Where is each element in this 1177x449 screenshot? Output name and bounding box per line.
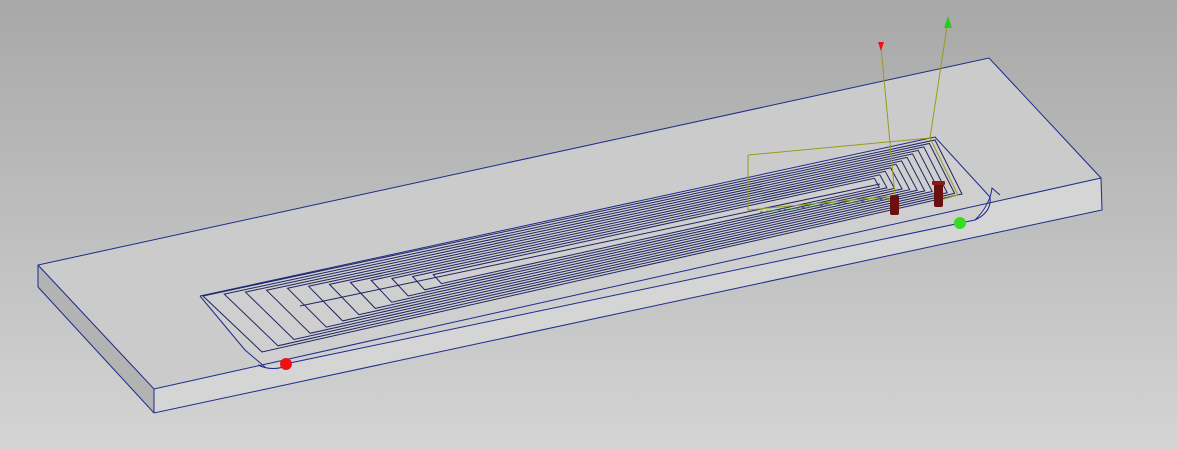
- tool-holder-1[interactable]: [890, 195, 899, 215]
- 3d-viewport[interactable]: [0, 0, 1177, 449]
- end-point-marker[interactable]: [954, 217, 966, 229]
- tool-holder-2-cap: [932, 181, 945, 185]
- start-point-marker[interactable]: [280, 358, 292, 370]
- cam-scene[interactable]: [0, 0, 1177, 449]
